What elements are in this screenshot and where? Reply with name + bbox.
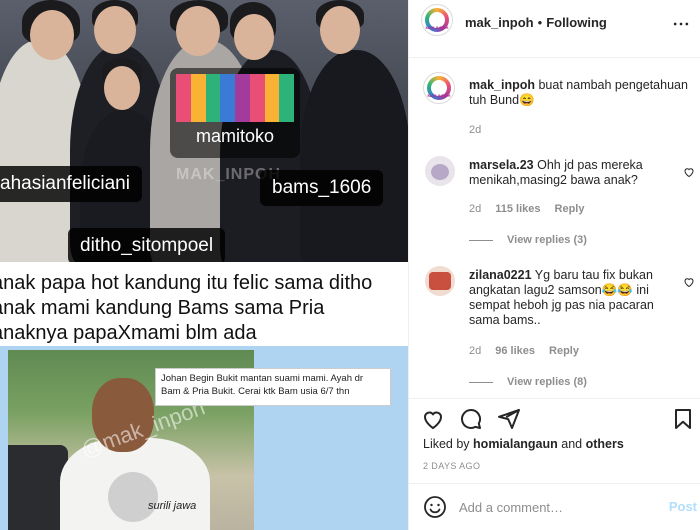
comment-time: 2d [469,203,482,215]
comment-username[interactable]: marsela.23 [469,158,534,172]
comment-likes[interactable]: 115 likes [495,203,540,215]
comment-meta: 2d 96 likes Reply [469,345,579,357]
view-replies-label: View replies (8) [507,376,587,388]
person-head [30,10,74,60]
post-date: 2 DAYS AGO [423,461,481,471]
comment-meta: 2d 115 likes Reply [469,203,585,215]
tag-label: mamitoko [195,126,275,146]
comment-text: mak_inpoh buat nambah pengetahuan tuh Bu… [469,78,693,108]
separator-dot: • [537,15,543,30]
avatar[interactable] [425,156,455,186]
add-comment-bar: Post [409,483,700,529]
view-replies-label: View replies (3) [507,234,587,246]
image-caption-line: anaknya papaXmami blm ada [0,322,257,344]
shirt-print [108,472,158,522]
avatar-image [429,272,451,290]
comment-icon[interactable] [459,407,483,431]
avatar[interactable]: MAK INPOH [423,72,455,104]
heart-icon[interactable] [421,407,445,431]
caption-comment: MAK INPOH mak_inpoh buat nambah pengetah… [423,72,693,142]
avatar-text: MAK INPOH [427,93,451,98]
tag-mamitoko[interactable]: mamitoko [170,68,300,158]
liked-by-text: Liked by homialangaun and others [423,437,624,451]
tag-label: bams_1606 [272,177,372,198]
brand-stripes [176,74,294,122]
comment-time: 2d [469,124,482,136]
liked-and: and [561,437,583,451]
comment-text: zilana0221 Yg baru tau fix bukan angkata… [469,268,679,328]
person-head [94,6,136,54]
person-head [104,66,140,110]
replies-line [469,239,493,241]
note-box: Johan Begin Bukit mantan suami mami. Aya… [155,368,391,406]
tag-bams[interactable]: bams_1606 [260,170,384,206]
bookmark-icon[interactable] [671,407,695,431]
avatar[interactable]: MAK INPOH [421,4,453,36]
person-head [176,6,220,56]
comment-input[interactable] [459,497,649,517]
avatar[interactable] [425,266,455,296]
reply-button[interactable]: Reply [555,203,585,215]
shirt-text: surili jawa [148,500,197,512]
replies-line [469,381,493,383]
send-icon[interactable] [497,407,521,431]
person-figure [300,50,408,262]
comment-text: marsela.23 Ohh jd pas mereka menikah,mas… [469,158,679,188]
car-shape [8,445,68,530]
view-replies-button[interactable]: View replies (3) [469,234,587,246]
post-button[interactable]: Post [669,499,697,514]
tag-label: ditho_sitompoel [80,235,214,256]
tag-ahasianfeliciani[interactable]: ahasianfeliciani [0,166,142,202]
more-horizontal-icon[interactable] [671,14,691,34]
following-button[interactable]: Following [546,15,607,30]
image-caption-panel: anak papa hot kandung itu felic sama dit… [0,262,408,346]
liked-prefix: Liked by [423,437,470,451]
post-image[interactable]: mamitoko MAK_INPOH ahasianfeliciani bams… [0,0,408,530]
tag-label: ahasianfeliciani [0,173,130,194]
liked-user[interactable]: homialangaun [473,437,558,451]
avatar-text: MAK INPOH [425,25,449,30]
reply-button[interactable]: Reply [549,345,579,357]
view-replies-button[interactable]: View replies (8) [469,376,587,388]
person-head [320,6,360,54]
avatar-image [431,164,449,180]
post-sidebar: MAK INPOH mak_inpoh • Following MAK INPOH … [408,0,700,530]
image-caption-line: anak papa hot kandung itu felic sama dit… [0,272,373,294]
comment-item: marsela.23 Ohh jd pas mereka menikah,mas… [423,156,695,246]
header-username[interactable]: mak_inpoh [465,15,534,30]
image-caption-line: anak mami kandung Bams sama Pria [0,297,325,319]
liked-others[interactable]: others [586,437,624,451]
comment-likes[interactable]: 96 likes [495,345,535,357]
heart-icon[interactable] [683,276,695,288]
heart-icon[interactable] [683,166,695,178]
comment-time: 2d [469,345,482,357]
person-head [234,14,274,60]
comments-list: MAK INPOH mak_inpoh buat nambah pengetah… [409,58,700,398]
post-header: MAK INPOH mak_inpoh • Following [409,0,700,58]
post-actions: Liked by homialangaun and others 2 DAYS … [409,398,700,528]
emoji-icon[interactable] [423,495,447,519]
tag-ditho[interactable]: ditho_sitompoel [68,228,226,262]
header-title: mak_inpoh • Following [465,14,607,32]
comment-item: zilana0221 Yg baru tau fix bukan angkata… [423,266,695,396]
family-photo: mamitoko MAK_INPOH ahasianfeliciani bams… [0,0,408,262]
comment-username[interactable]: zilana0221 [469,268,532,282]
comment-username[interactable]: mak_inpoh [469,78,535,92]
